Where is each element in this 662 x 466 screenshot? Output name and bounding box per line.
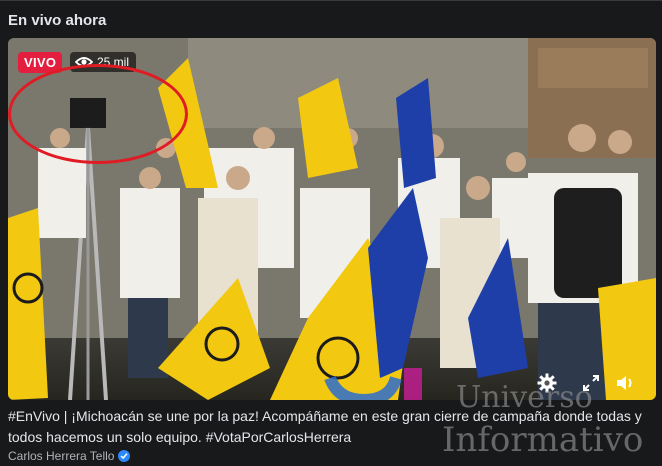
post-author[interactable]: Carlos Herrera Tello xyxy=(8,449,131,463)
gear-icon xyxy=(537,373,557,393)
verified-badge-icon xyxy=(118,450,131,462)
viewer-count-label: 25 mil xyxy=(97,55,130,69)
live-badge: VIVO xyxy=(18,52,63,73)
video-frame xyxy=(8,38,656,400)
expand-icon xyxy=(583,375,599,391)
speaker-icon xyxy=(617,376,632,390)
fullscreen-button[interactable] xyxy=(580,372,602,394)
divider xyxy=(0,0,662,1)
volume-button[interactable] xyxy=(614,372,636,394)
live-video-player[interactable]: VIVO 25 mil xyxy=(8,38,656,400)
section-title: En vivo ahora xyxy=(8,12,107,29)
post-caption: #EnVivo | ¡Michoacán se une por la paz! … xyxy=(8,408,642,445)
eye-icon xyxy=(75,57,93,67)
settings-button[interactable] xyxy=(536,372,558,394)
author-name[interactable]: Carlos Herrera Tello xyxy=(8,449,114,463)
viewer-count: 25 mil xyxy=(70,52,137,72)
